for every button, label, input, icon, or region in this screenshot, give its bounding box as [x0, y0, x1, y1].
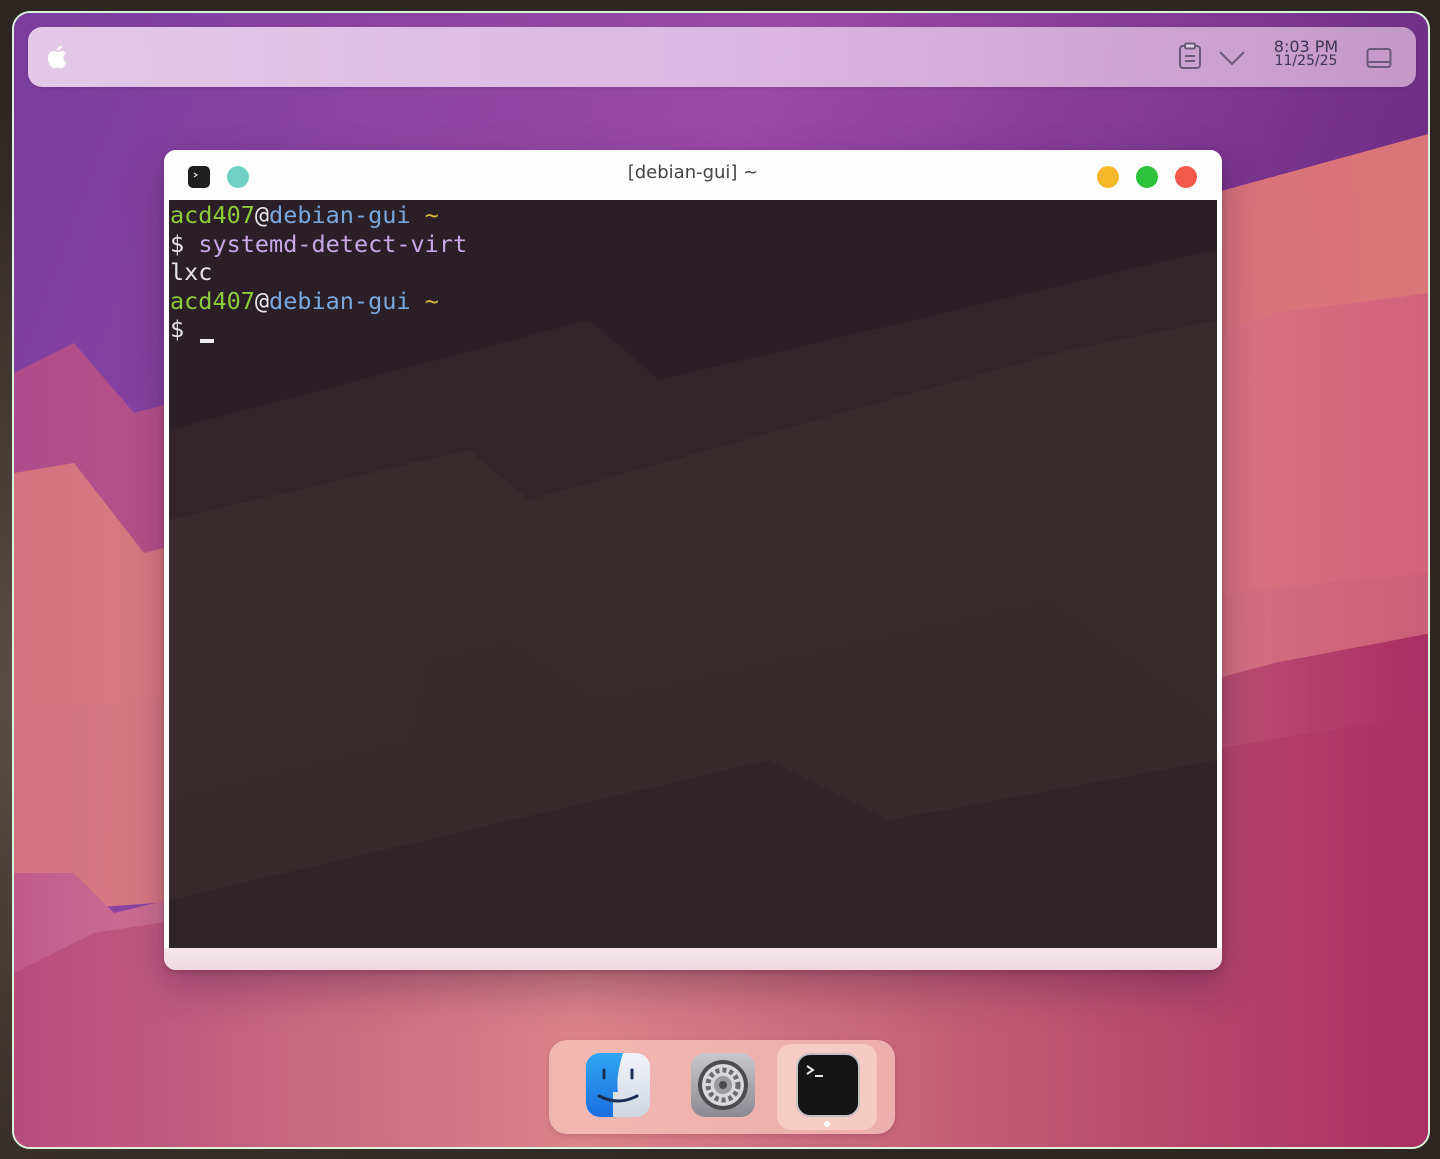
command-text: systemd-detect-virt	[198, 229, 468, 258]
command-output: lxc	[170, 258, 213, 287]
finder-icon[interactable]	[585, 1052, 651, 1118]
clock[interactable]: 8:03 PM 11/25/25	[1268, 39, 1344, 69]
desktop-screen: 8:03 PM 11/25/25 [debian-gui] ~ acd407@d…	[12, 11, 1430, 1149]
prompt-at: @	[254, 286, 270, 315]
prompt-user: acd407	[170, 286, 255, 315]
text-cursor	[200, 339, 215, 344]
chevron-down-icon[interactable]	[1218, 49, 1246, 67]
minimize-button[interactable]	[1097, 166, 1119, 188]
dock-running-indicator	[824, 1121, 830, 1127]
prompt-symbol: $	[170, 315, 185, 344]
prompt-host: debian-gui	[269, 201, 411, 229]
window-title: [debian-gui] ~	[627, 162, 759, 183]
prompt-user: acd407	[170, 201, 255, 229]
prompt-path: ~	[424, 286, 439, 315]
window-titlebar[interactable]: [debian-gui] ~	[164, 150, 1222, 200]
prompt-at: @	[254, 201, 270, 229]
window-bottom-edge	[164, 948, 1222, 970]
settings-gear-icon[interactable]	[690, 1052, 756, 1118]
clock-date: 11/25/25	[1274, 53, 1338, 69]
maximize-button[interactable]	[1136, 166, 1158, 188]
dock	[549, 1040, 895, 1134]
terminal-icon[interactable]	[795, 1052, 861, 1118]
terminal-content[interactable]: acd407@debian-gui ~ $ systemd-detect-vir…	[169, 200, 1217, 948]
apple-icon[interactable]	[46, 43, 72, 71]
prompt-host: debian-gui	[269, 286, 411, 315]
clipboard-icon[interactable]	[1178, 42, 1202, 70]
prompt-symbol: $	[170, 229, 185, 258]
clock-time: 8:03 PM	[1273, 37, 1339, 56]
window-icon[interactable]	[1366, 47, 1392, 69]
close-button[interactable]	[1175, 166, 1197, 188]
terminal-window: [debian-gui] ~ acd407@debian-gui ~ $ sys…	[164, 150, 1222, 970]
prompt-path: ~	[424, 201, 439, 229]
menu-bar: 8:03 PM 11/25/25	[28, 27, 1416, 87]
terminal-output: acd407@debian-gui ~ $ systemd-detect-vir…	[170, 201, 467, 344]
